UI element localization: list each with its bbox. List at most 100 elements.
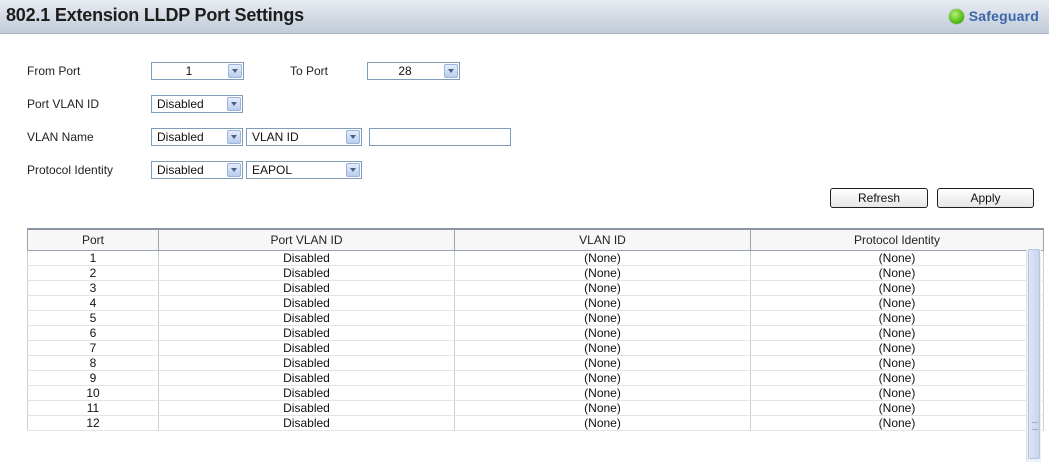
chevron-down-icon[interactable] bbox=[346, 130, 360, 144]
safeguard-label: Safeguard bbox=[968, 8, 1039, 24]
protocol-identity-label: Protocol Identity bbox=[27, 163, 114, 177]
cell-vlan-id: (None) bbox=[454, 355, 751, 371]
cell-vlan-id: (None) bbox=[454, 340, 751, 356]
cell-port: 6 bbox=[27, 325, 159, 341]
lldp-port-table: Port Port VLAN ID VLAN ID Protocol Ident… bbox=[27, 228, 1044, 431]
cell-port: 3 bbox=[27, 280, 159, 296]
from-port-label: From Port bbox=[27, 64, 81, 78]
cell-port-vlan-id: Disabled bbox=[158, 355, 455, 371]
cell-protocol-identity: (None) bbox=[750, 415, 1044, 431]
cell-vlan-id: (None) bbox=[454, 310, 751, 326]
cell-protocol-identity: (None) bbox=[750, 340, 1044, 356]
safeguard-indicator[interactable]: Safeguard bbox=[948, 8, 1039, 24]
cell-protocol-identity: (None) bbox=[750, 325, 1044, 341]
cell-port: 5 bbox=[27, 310, 159, 326]
table-row: 9 Disabled (None) (None) bbox=[27, 370, 1044, 386]
to-port-label: To Port bbox=[290, 64, 329, 78]
table-row: 4 Disabled (None) (None) bbox=[27, 295, 1044, 311]
cell-port: 2 bbox=[27, 265, 159, 281]
cell-protocol-identity: (None) bbox=[750, 400, 1044, 416]
apply-button[interactable]: Apply bbox=[937, 188, 1034, 208]
cell-vlan-id: (None) bbox=[454, 325, 751, 341]
cell-protocol-identity: (None) bbox=[750, 295, 1044, 311]
cell-vlan-id: (None) bbox=[454, 295, 751, 311]
cell-port-vlan-id: Disabled bbox=[158, 385, 455, 401]
from-port-value: 1 bbox=[185, 64, 193, 78]
cell-protocol-identity: (None) bbox=[750, 370, 1044, 386]
table-scrollbar[interactable] bbox=[1026, 249, 1041, 462]
cell-port-vlan-id: Disabled bbox=[158, 280, 455, 296]
cell-vlan-id: (None) bbox=[454, 385, 751, 401]
page-title: 802.1 Extension LLDP Port Settings bbox=[6, 5, 304, 25]
vlan-name-type-value: VLAN ID bbox=[252, 130, 299, 144]
cell-port: 4 bbox=[27, 295, 159, 311]
cell-protocol-identity: (None) bbox=[750, 385, 1044, 401]
cell-port-vlan-id: Disabled bbox=[158, 370, 455, 386]
table-row: 11 Disabled (None) (None) bbox=[27, 400, 1044, 416]
table-row: 3 Disabled (None) (None) bbox=[27, 280, 1044, 296]
cell-port-vlan-id: Disabled bbox=[158, 265, 455, 281]
cell-vlan-id: (None) bbox=[454, 280, 751, 296]
port-vlan-id-label: Port VLAN ID bbox=[27, 97, 100, 111]
cell-port-vlan-id: Disabled bbox=[158, 340, 455, 356]
cell-vlan-id: (None) bbox=[454, 400, 751, 416]
cell-port-vlan-id: Disabled bbox=[158, 295, 455, 311]
vlan-name-state-select[interactable]: Disabled bbox=[151, 128, 243, 146]
cell-port: 12 bbox=[27, 415, 159, 431]
safeguard-status-icon bbox=[948, 8, 964, 24]
port-vlan-id-select[interactable]: Disabled bbox=[151, 95, 243, 113]
cell-port-vlan-id: Disabled bbox=[158, 400, 455, 416]
port-vlan-id-value: Disabled bbox=[157, 97, 204, 111]
cell-protocol-identity: (None) bbox=[750, 265, 1044, 281]
table-row: 10 Disabled (None) (None) bbox=[27, 385, 1044, 401]
to-port-select[interactable]: 28 bbox=[367, 62, 460, 80]
vlan-name-state-value: Disabled bbox=[157, 130, 204, 144]
column-header-port-vlan-id: Port VLAN ID bbox=[158, 228, 455, 251]
table-row: 8 Disabled (None) (None) bbox=[27, 355, 1044, 371]
cell-port: 7 bbox=[27, 340, 159, 356]
protocol-identity-state-select[interactable]: Disabled bbox=[151, 161, 243, 179]
from-port-select[interactable]: 1 bbox=[151, 62, 244, 80]
table-row: 12 Disabled (None) (None) bbox=[27, 415, 1044, 431]
cell-port: 10 bbox=[27, 385, 159, 401]
protocol-identity-state-value: Disabled bbox=[157, 163, 204, 177]
vlan-name-type-select[interactable]: VLAN ID bbox=[246, 128, 362, 146]
chevron-down-icon[interactable] bbox=[228, 64, 242, 78]
table-row: 1 Disabled (None) (None) bbox=[27, 250, 1044, 266]
cell-port: 9 bbox=[27, 370, 159, 386]
cell-port-vlan-id: Disabled bbox=[158, 325, 455, 341]
chevron-down-icon[interactable] bbox=[227, 97, 241, 111]
chevron-down-icon[interactable] bbox=[227, 130, 241, 144]
cell-vlan-id: (None) bbox=[454, 415, 751, 431]
column-header-port: Port bbox=[27, 228, 159, 251]
table-header-row: Port Port VLAN ID VLAN ID Protocol Ident… bbox=[27, 228, 1044, 251]
cell-protocol-identity: (None) bbox=[750, 250, 1044, 266]
cell-port: 8 bbox=[27, 355, 159, 371]
vlan-name-input[interactable] bbox=[369, 128, 511, 146]
protocol-identity-type-select[interactable]: EAPOL bbox=[246, 161, 362, 179]
to-port-value: 28 bbox=[398, 64, 412, 78]
cell-port-vlan-id: Disabled bbox=[158, 310, 455, 326]
vlan-name-label: VLAN Name bbox=[27, 130, 94, 144]
chevron-down-icon[interactable] bbox=[444, 64, 458, 78]
column-header-vlan-id: VLAN ID bbox=[454, 228, 751, 251]
cell-protocol-identity: (None) bbox=[750, 355, 1044, 371]
scrollbar-thumb[interactable] bbox=[1028, 249, 1040, 459]
cell-protocol-identity: (None) bbox=[750, 310, 1044, 326]
chevron-down-icon[interactable] bbox=[346, 163, 360, 177]
grip-icon bbox=[1032, 422, 1038, 430]
cell-port-vlan-id: Disabled bbox=[158, 250, 455, 266]
cell-protocol-identity: (None) bbox=[750, 280, 1044, 296]
cell-vlan-id: (None) bbox=[454, 370, 751, 386]
column-header-protocol-identity: Protocol Identity bbox=[750, 228, 1044, 251]
protocol-identity-type-value: EAPOL bbox=[252, 163, 293, 177]
table-row: 5 Disabled (None) (None) bbox=[27, 310, 1044, 326]
cell-port-vlan-id: Disabled bbox=[158, 415, 455, 431]
table-row: 2 Disabled (None) (None) bbox=[27, 265, 1044, 281]
cell-vlan-id: (None) bbox=[454, 265, 751, 281]
cell-port: 11 bbox=[27, 400, 159, 416]
refresh-button[interactable]: Refresh bbox=[830, 188, 928, 208]
cell-port: 1 bbox=[27, 250, 159, 266]
chevron-down-icon[interactable] bbox=[227, 163, 241, 177]
table-row: 6 Disabled (None) (None) bbox=[27, 325, 1044, 341]
